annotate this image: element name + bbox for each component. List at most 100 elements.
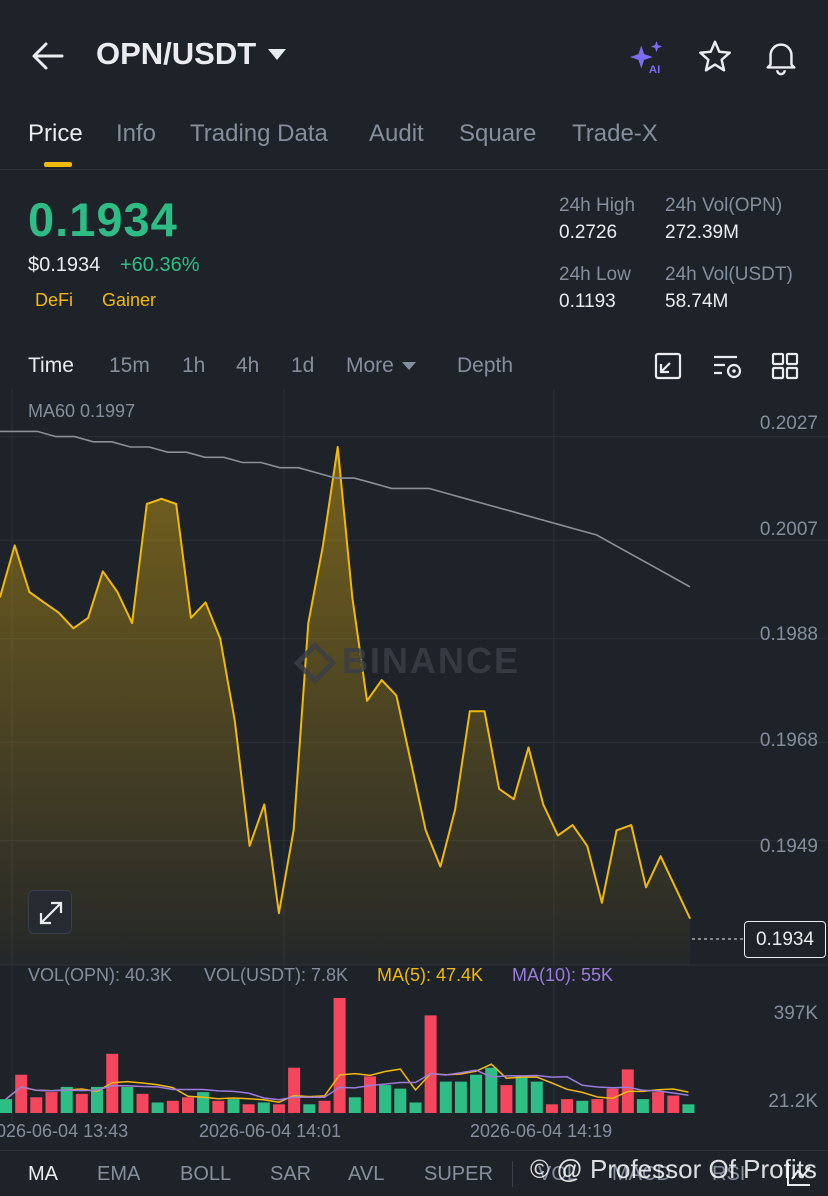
timeframe-time[interactable]: Time	[28, 354, 74, 378]
ma60-label: MA60 0.1997	[28, 401, 136, 421]
price-point	[615, 829, 618, 831]
price-point	[160, 498, 163, 500]
back-arrow-icon[interactable]	[30, 38, 66, 74]
price-point	[469, 710, 471, 712]
header: OPN/USDT AI	[0, 0, 828, 110]
expand-chart-button[interactable]	[28, 890, 72, 934]
volume-bar	[454, 1081, 467, 1113]
divider	[512, 1161, 513, 1187]
volume-bar	[288, 1067, 301, 1113]
timeframe-1d[interactable]: 1d	[291, 354, 314, 378]
price-point	[87, 617, 89, 619]
volume-bar	[273, 1104, 285, 1113]
price-point	[58, 612, 60, 614]
price-point	[454, 808, 456, 811]
price-point	[102, 570, 104, 572]
chart-settings-icon[interactable]	[711, 350, 743, 382]
tab-price[interactable]: Price	[28, 120, 83, 148]
indicator-ema[interactable]: EMA	[97, 1163, 140, 1186]
price-point	[483, 710, 486, 712]
volume-bar	[166, 1100, 179, 1113]
price-chart[interactable]	[0, 390, 828, 1150]
current-price-tag: 0.1934	[744, 921, 826, 958]
tab-square[interactable]: Square	[459, 120, 536, 148]
x-tick-label: 2026-06-04 14:01	[199, 1121, 342, 1141]
indicator-avl[interactable]: AVL	[348, 1163, 384, 1186]
watermark-text: BINANCE	[342, 640, 521, 681]
volume-bar	[151, 1102, 164, 1113]
change-percent: +60.36%	[120, 254, 200, 276]
indicator-super[interactable]: SUPER	[424, 1163, 493, 1186]
volume-bar	[394, 1088, 407, 1113]
vol-base-label: 24h Vol(OPN)	[665, 195, 783, 216]
volume-bar	[682, 1104, 695, 1113]
tab-trade-x[interactable]: Trade-X	[572, 120, 658, 148]
depth-tab[interactable]: Depth	[457, 354, 513, 378]
tag-gainer[interactable]: Gainer	[102, 290, 156, 311]
grid-layout-icon[interactable]	[770, 350, 800, 382]
price-point	[28, 591, 30, 593]
price-point	[175, 503, 177, 505]
pair-selector[interactable]: OPN/USDT	[96, 36, 287, 72]
volume-bar	[303, 1104, 316, 1113]
chevron-down-icon	[268, 48, 287, 60]
price-point	[439, 865, 442, 868]
volume-bar	[212, 1100, 225, 1113]
low-value: 0.1193	[559, 291, 616, 312]
tab-audit[interactable]: Audit	[369, 120, 424, 148]
bell-icon[interactable]	[762, 38, 800, 76]
volume-bar	[242, 1104, 255, 1113]
price-point	[527, 746, 530, 749]
timeframe-more[interactable]: More	[346, 354, 416, 378]
price-point	[146, 503, 148, 505]
indicator-sar[interactable]: SAR	[270, 1163, 311, 1186]
price-point	[116, 591, 119, 593]
binance-watermark: BINANCE	[293, 640, 521, 685]
overlay-credit: © @ Professor Of Profits	[530, 1154, 817, 1184]
timeframe-4h[interactable]: 4h	[236, 354, 259, 378]
price-point	[513, 798, 515, 800]
y-tick-label: 0.2007	[759, 519, 818, 540]
volume-bar	[606, 1088, 619, 1113]
volume-bar	[227, 1099, 240, 1113]
low-label: 24h Low	[559, 264, 631, 285]
price-point	[542, 803, 544, 806]
y-tick-label: 0.1949	[759, 836, 818, 857]
timeframe-1h[interactable]: 1h	[182, 354, 205, 378]
volume-bar	[136, 1093, 149, 1113]
tag-defi[interactable]: DeFi	[35, 290, 73, 311]
x-tick-label: 2026-06-04 14:19	[470, 1121, 613, 1141]
price-point	[557, 834, 559, 837]
vol-tick-label: 21.2K	[768, 1091, 818, 1112]
price-point	[674, 886, 676, 888]
price-point	[395, 695, 397, 697]
tab-trading-data[interactable]: Trading Data	[190, 120, 328, 148]
indicator-ma[interactable]: MA	[28, 1163, 58, 1186]
ai-sparkle-icon[interactable]: AI	[628, 38, 666, 76]
volume-bar	[75, 1093, 88, 1113]
volume-bar	[0, 1099, 12, 1113]
star-icon[interactable]	[696, 38, 734, 76]
last-price: 0.1934	[28, 193, 178, 246]
price-point	[410, 762, 412, 764]
price-point	[498, 788, 500, 790]
volume-bar	[333, 998, 346, 1113]
volume-bar	[515, 1076, 528, 1113]
indicator-boll[interactable]: BOLL	[180, 1163, 231, 1186]
price-point	[278, 912, 280, 914]
price-point	[263, 803, 265, 806]
volume-bar	[379, 1085, 392, 1113]
volume-bar	[318, 1100, 331, 1113]
price-point	[689, 917, 691, 919]
price-point	[43, 601, 45, 603]
tab-info[interactable]: Info	[116, 120, 156, 148]
volume-bar	[561, 1099, 574, 1113]
fullscreen-chart-icon[interactable]	[653, 350, 683, 382]
volume-bar	[500, 1085, 513, 1113]
pair-label: OPN/USDT	[96, 36, 257, 71]
timeframe-15m[interactable]: 15m	[109, 354, 150, 378]
price-point	[322, 544, 324, 547]
volume-bar	[636, 1099, 649, 1113]
price-point	[660, 855, 662, 857]
volume-bar	[15, 1074, 28, 1113]
